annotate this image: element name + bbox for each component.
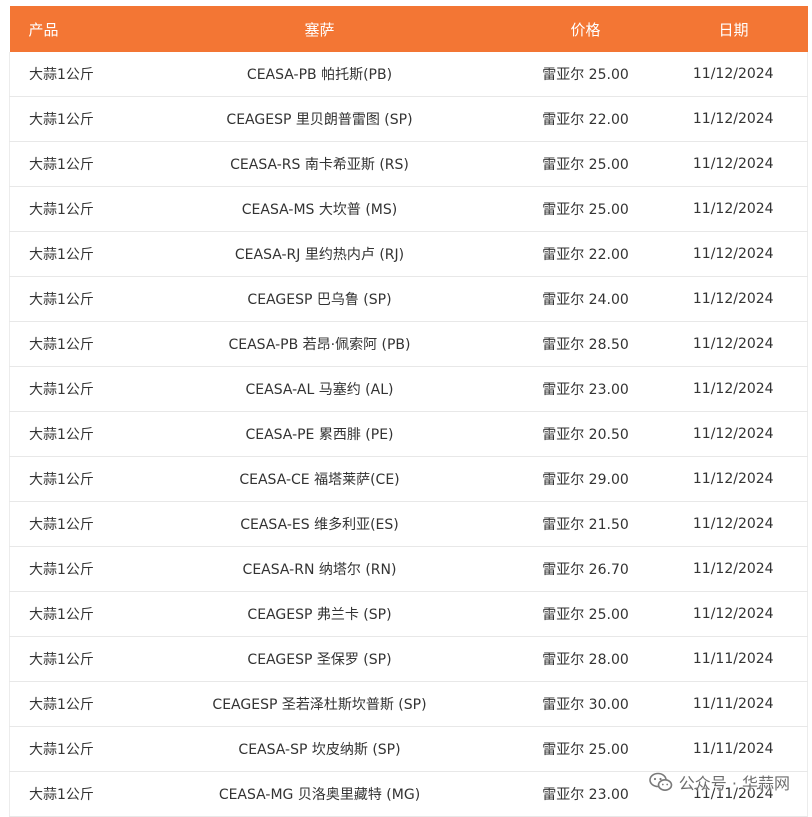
- product-cell: 大蒜1公斤: [9, 456, 128, 502]
- product-cell: 大蒜1公斤: [9, 681, 128, 727]
- table-row: 大蒜1公斤 CEAGESP 弗兰卡 (SP) 雷亚尔 25.00 11/12/2024: [9, 591, 808, 637]
- date-cell: 11/12/2024: [659, 321, 808, 367]
- product-cell: 大蒜1公斤: [9, 96, 128, 142]
- table-row: 大蒜1公斤 CEASA-CE 福塔莱萨(CE) 雷亚尔 29.00 11/12/202…: [9, 456, 808, 502]
- date-cell: 11/12/2024: [659, 591, 808, 637]
- table-row: 大蒜1公斤 CEAGESP 巴乌鲁 (SP) 雷亚尔 24.00 11/12/2024: [9, 276, 808, 322]
- table-row: 大蒜1公斤 CEAGESP 圣保罗 (SP) 雷亚尔 28.00 11/11/2024: [9, 636, 808, 682]
- market-cell: CEASA-AL 马塞约 (AL): [127, 366, 512, 412]
- product-cell: 大蒜1公斤: [9, 366, 128, 412]
- product-cell: 大蒜1公斤: [9, 546, 128, 592]
- table-row: 大蒜1公斤 CEASA-ES 维多利亚(ES) 雷亚尔 21.50 11/12/202…: [9, 501, 808, 547]
- market-cell: CEASA-PE 累西腓 (PE): [127, 411, 512, 457]
- product-cell: 大蒜1公斤: [9, 231, 128, 277]
- date-cell: 11/12/2024: [659, 276, 808, 322]
- date-cell: 11/11/2024: [659, 726, 808, 772]
- date-cell: 11/12/2024: [659, 186, 808, 232]
- date-cell: 11/12/2024: [659, 52, 808, 97]
- market-cell: CEASA-MS 大坎普 (MS): [127, 186, 512, 232]
- market-cell: CEASA-ES 维多利亚(ES): [127, 501, 512, 547]
- price-cell: 雷亚尔 25.00: [511, 141, 660, 187]
- date-cell: 11/11/2024: [659, 681, 808, 727]
- watermark-text: 公众号 · 华蒜网: [678, 774, 790, 793]
- table-row: 大蒜1公斤 CEASA-PB 若昂·佩索阿 (PB) 雷亚尔 28.50 11/12/…: [9, 321, 808, 367]
- market-cell: CEAGESP 弗兰卡 (SP): [127, 591, 512, 637]
- date-cell: 11/12/2024: [659, 456, 808, 502]
- date-cell: 11/11/2024: [659, 636, 808, 682]
- product-cell: 大蒜1公斤: [9, 276, 128, 322]
- table-row: 大蒜1公斤 CEAGESP 圣若泽杜斯坎普斯 (SP) 雷亚尔 30.00 11/11…: [9, 681, 808, 727]
- date-cell: 11/12/2024: [659, 411, 808, 457]
- price-cell: 雷亚尔 29.00: [511, 456, 660, 502]
- column-header-price[interactable]: 价格: [511, 6, 660, 52]
- wechat-watermark: 公众号 · 华蒜网: [648, 770, 790, 794]
- table-row: 大蒜1公斤 CEASA-SP 坎皮纳斯 (SP) 雷亚尔 25.00 11/11/20…: [9, 726, 808, 772]
- table-row: 大蒜1公斤 CEASA-RN 纳塔尔 (RN) 雷亚尔 26.70 11/12/202…: [9, 546, 808, 592]
- product-cell: 大蒜1公斤: [9, 591, 128, 637]
- table-row: 大蒜1公斤 CEASA-RJ 里约热内卢 (RJ) 雷亚尔 22.00 11/12/2…: [9, 231, 808, 277]
- column-header-market[interactable]: 塞萨: [127, 6, 512, 52]
- price-cell: 雷亚尔 25.00: [511, 591, 660, 637]
- price-cell: 雷亚尔 25.00: [511, 186, 660, 232]
- market-cell: CEAGESP 圣若泽杜斯坎普斯 (SP): [127, 681, 512, 727]
- date-cell: 11/12/2024: [659, 501, 808, 547]
- table-row: 大蒜1公斤 CEASA-MS 大坎普 (MS) 雷亚尔 25.00 11/12/202…: [9, 186, 808, 232]
- price-cell: 雷亚尔 22.00: [511, 231, 660, 277]
- product-cell: 大蒜1公斤: [9, 636, 128, 682]
- market-cell: CEASA-SP 坎皮纳斯 (SP): [127, 726, 512, 772]
- price-cell: 雷亚尔 28.50: [511, 321, 660, 367]
- price-cell: 雷亚尔 23.00: [511, 366, 660, 412]
- market-cell: CEAGESP 巴乌鲁 (SP): [127, 276, 512, 322]
- product-cell: 大蒜1公斤: [9, 411, 128, 457]
- price-cell: 雷亚尔 24.00: [511, 276, 660, 322]
- price-cell: 雷亚尔 30.00: [511, 681, 660, 727]
- market-cell: CEASA-RN 纳塔尔 (RN): [127, 546, 512, 592]
- product-cell: 大蒜1公斤: [9, 186, 128, 232]
- date-cell: 11/12/2024: [659, 546, 808, 592]
- product-cell: 大蒜1公斤: [9, 141, 128, 187]
- table-row: 大蒜1公斤 CEAGESP 里贝朗普雷图 (SP) 雷亚尔 22.00 11/12/2…: [9, 96, 808, 142]
- wechat-icon: [648, 772, 673, 792]
- product-cell: 大蒜1公斤: [9, 501, 128, 547]
- date-cell: 11/12/2024: [659, 141, 808, 187]
- column-header-date[interactable]: 日期: [659, 6, 808, 52]
- price-table-container: 产品 塞萨 价格 日期 大蒜1公斤 CEASA-PB 帕托斯(PB) 雷亚尔 25.…: [9, 6, 808, 817]
- market-cell: CEAGESP 圣保罗 (SP): [127, 636, 512, 682]
- product-cell: 大蒜1公斤: [9, 52, 128, 97]
- table-row: 大蒜1公斤 CEASA-PB 帕托斯(PB) 雷亚尔 25.00 11/12/2024: [9, 52, 808, 97]
- table-row: 大蒜1公斤 CEASA-AL 马塞约 (AL) 雷亚尔 23.00 11/12/202…: [9, 366, 808, 412]
- market-cell: CEAGESP 里贝朗普雷图 (SP): [127, 96, 512, 142]
- price-cell: 雷亚尔 26.70: [511, 546, 660, 592]
- market-cell: CEASA-PB 帕托斯(PB): [127, 52, 512, 97]
- market-cell: CEASA-CE 福塔莱萨(CE): [127, 456, 512, 502]
- column-header-product[interactable]: 产品: [9, 6, 128, 52]
- table-row: 大蒜1公斤 CEASA-RS 南卡希亚斯 (RS) 雷亚尔 25.00 11/12/2…: [9, 141, 808, 187]
- price-cell: 雷亚尔 25.00: [511, 52, 660, 97]
- date-cell: 11/12/2024: [659, 96, 808, 142]
- market-cell: CEASA-PB 若昂·佩索阿 (PB): [127, 321, 512, 367]
- table-row: 大蒜1公斤 CEASA-PE 累西腓 (PE) 雷亚尔 20.50 11/12/202…: [9, 411, 808, 457]
- market-cell: CEASA-RS 南卡希亚斯 (RS): [127, 141, 512, 187]
- market-cell: CEASA-RJ 里约热内卢 (RJ): [127, 231, 512, 277]
- product-cell: 大蒜1公斤: [9, 726, 128, 772]
- product-cell: 大蒜1公斤: [9, 321, 128, 367]
- price-cell: 雷亚尔 22.00: [511, 96, 660, 142]
- garlic-price-table: 产品 塞萨 价格 日期 大蒜1公斤 CEASA-PB 帕托斯(PB) 雷亚尔 25.…: [9, 6, 808, 817]
- price-cell: 雷亚尔 28.00: [511, 636, 660, 682]
- date-cell: 11/12/2024: [659, 231, 808, 277]
- price-cell: 雷亚尔 21.50: [511, 501, 660, 547]
- table-header: 产品 塞萨 价格 日期: [9, 6, 808, 52]
- table-body: 大蒜1公斤 CEASA-PB 帕托斯(PB) 雷亚尔 25.00 11/12/2024…: [9, 52, 808, 817]
- header-row: 产品 塞萨 价格 日期: [9, 6, 808, 52]
- price-cell: 雷亚尔 20.50: [511, 411, 660, 457]
- date-cell: 11/12/2024: [659, 366, 808, 412]
- price-cell: 雷亚尔 25.00: [511, 726, 660, 772]
